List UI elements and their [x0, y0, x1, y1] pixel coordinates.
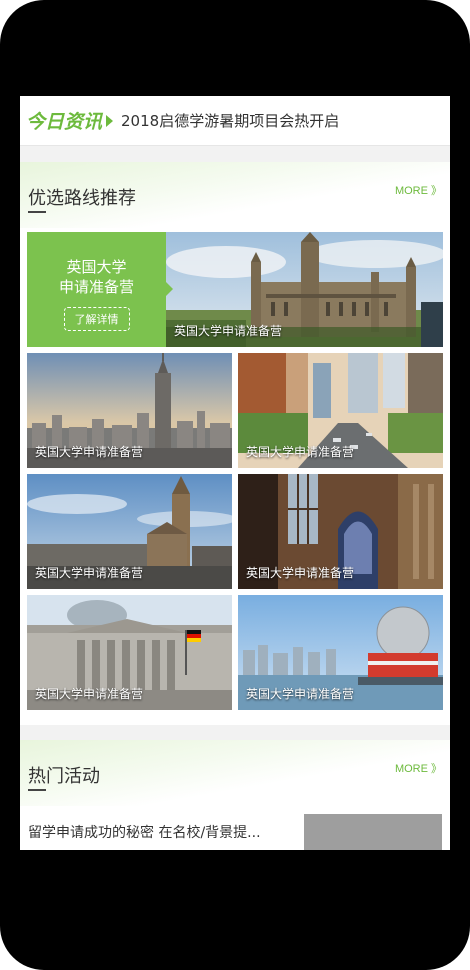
routes-header: 优选路线推荐 MORE 》	[20, 162, 450, 228]
route-tile-caption: 英国大学申请准备营	[35, 566, 144, 580]
title-underline	[28, 211, 46, 213]
section-divider	[20, 146, 450, 162]
featured-route-title-line2: 申请准备营	[58, 278, 134, 296]
double-chevron-icon: 》	[431, 185, 442, 197]
title-underline	[28, 789, 46, 791]
learn-more-button[interactable]: 了解详情	[63, 307, 130, 331]
event-list-item[interactable]: 留学申请成功的秘密 在名校/背景提...	[20, 812, 450, 850]
section-divider	[20, 725, 450, 740]
route-tile-caption: 英国大学申请准备营	[246, 445, 355, 459]
news-headline[interactable]: 2018启德学游暑期项目会热开启	[121, 110, 339, 131]
route-tile-caption: 英国大学申请准备营	[35, 687, 144, 701]
featured-route-title-line1: 英国大学	[66, 258, 127, 276]
arrow-right-icon	[106, 114, 114, 127]
route-tile-caption: 英国大学申请准备营	[246, 687, 355, 701]
event-title: 留学申请成功的秘密 在名校/背景提...	[28, 825, 261, 841]
events-title: 热门活动	[28, 766, 100, 787]
news-logo: 今日资讯	[26, 111, 103, 133]
featured-route-panel: 英国大学 申请准备营 了解详情	[27, 232, 166, 347]
route-tile[interactable]: 英国大学申请准备营	[27, 595, 232, 710]
news-bar[interactable]: 今日资讯 2018启德学游暑期项目会热开启	[20, 96, 450, 146]
routes-more-link[interactable]: MORE 》	[395, 182, 442, 198]
route-tile[interactable]: 英国大学申请准备营	[238, 474, 443, 589]
featured-route-caption: 英国大学申请准备营	[174, 324, 283, 338]
featured-route[interactable]: 英国大学 申请准备营 了解详情 英国大学申请准备营	[27, 232, 443, 347]
featured-route-photo[interactable]: 英国大学申请准备营	[166, 232, 443, 347]
event-thumbnail	[304, 814, 442, 850]
route-tile-caption: 英国大学申请准备营	[35, 445, 144, 459]
route-tile[interactable]: 英国大学申请准备营	[27, 474, 232, 589]
double-chevron-icon: 》	[431, 763, 442, 775]
events-header: 热门活动 MORE 》	[20, 740, 450, 806]
phone-frame: 今日资讯 2018启德学游暑期项目会热开启 优选路线推荐 MORE 》 英国大学…	[0, 0, 470, 970]
panel-pointer	[166, 282, 173, 296]
route-tile[interactable]: 英国大学申请准备营	[238, 595, 443, 710]
route-tile[interactable]: 英国大学申请准备营	[238, 353, 443, 468]
screen: 今日资讯 2018启德学游暑期项目会热开启 优选路线推荐 MORE 》 英国大学…	[20, 96, 450, 850]
routes-title: 优选路线推荐	[28, 188, 136, 209]
route-tile[interactable]: 英国大学申请准备营	[27, 353, 232, 468]
events-more-link[interactable]: MORE 》	[395, 760, 442, 776]
route-tile-caption: 英国大学申请准备营	[246, 566, 355, 580]
